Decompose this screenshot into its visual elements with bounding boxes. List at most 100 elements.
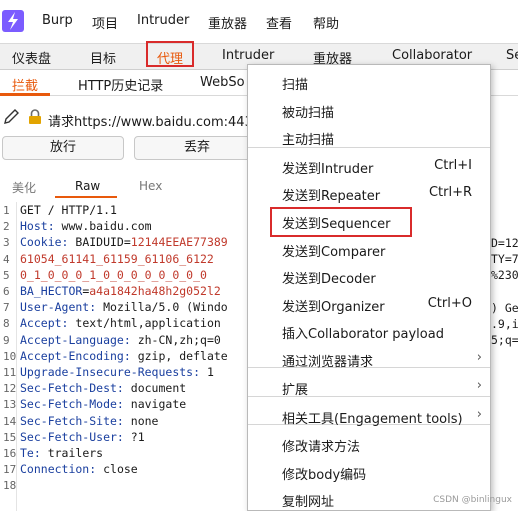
- code-line: GET / HTTP/1.1: [20, 203, 117, 217]
- code-line: Upgrade-Insecure-Requests: 1: [20, 365, 214, 379]
- header-name: Sec-Fetch-Dest:: [20, 381, 124, 396]
- context-menu-item[interactable]: 主动扫描: [248, 124, 490, 151]
- context-menu-item[interactable]: 插入Collaborator payload: [248, 318, 490, 345]
- line-number-gutter: 1 2 3 4 5 6 7 8 9 10 11 12 13 14 15 16 17 18: [0, 202, 17, 511]
- menu-item-label: 发送到Comparer: [282, 245, 386, 260]
- code-line: Sec-Fetch-Dest: document: [20, 381, 186, 395]
- header-value: 1: [200, 365, 214, 379]
- code-line: Sec-Fetch-Site: none: [20, 414, 158, 428]
- context-menu-item[interactable]: 发送到Organizer Ctrl+O: [248, 291, 490, 318]
- code-line: Sec-Fetch-User: ?1: [20, 430, 145, 444]
- menu-project[interactable]: 项目: [92, 13, 118, 32]
- tab-http-history[interactable]: HTTP历史记录: [78, 75, 163, 94]
- tab-pretty[interactable]: 美化: [12, 179, 36, 196]
- tab-websockets[interactable]: WebSo: [200, 75, 245, 90]
- header-value: BAIDUID=: [68, 235, 131, 250]
- context-menu-item[interactable]: 扫描: [248, 69, 490, 96]
- tab-raw[interactable]: Raw: [75, 179, 100, 193]
- context-menu-item[interactable]: 发送到Repeater Ctrl+R: [248, 180, 490, 207]
- menu-help[interactable]: 帮助: [313, 13, 339, 32]
- header-name: Accept:: [20, 316, 69, 331]
- header-value: document: [123, 381, 187, 396]
- code-line: Host: www.baidu.com: [20, 219, 152, 233]
- menu-item-label: 发送到Decoder: [282, 272, 376, 287]
- line-number: 4: [3, 252, 10, 266]
- cookie-value: 12144EEAE77389: [130, 235, 228, 250]
- line-number: 11: [3, 366, 17, 379]
- code-line: BA_HECTOR=a4a1842ha48h2g052l2: [20, 284, 221, 298]
- cookie-value: 0_1_0_0_0_1_0_0_0_0_0_0_0_0: [20, 267, 207, 282]
- line-number: 1: [3, 204, 10, 217]
- header-name: Connection:: [20, 462, 97, 477]
- line-number: 7: [3, 301, 10, 315]
- code-line: User-Agent: Mozilla/5.0 (Windo: [20, 300, 228, 314]
- tab-target[interactable]: 目标: [90, 48, 116, 67]
- tab-hex[interactable]: Hex: [139, 179, 162, 193]
- cookie-value: 61054_61141_61159_61106_6122: [20, 251, 214, 266]
- context-menu-item[interactable]: 相关工具(Engagement tools) ›: [248, 403, 490, 430]
- header-value: GET / HTTP/1.1: [20, 203, 117, 217]
- line-number: 12: [3, 382, 17, 396]
- context-menu-item[interactable]: 发送到Decoder: [248, 263, 490, 290]
- code-overflow-fragment: 5;q=0: [491, 333, 518, 347]
- code-overflow-fragment: TY=7: [491, 252, 518, 266]
- tab-intercept[interactable]: 拦截: [12, 75, 38, 94]
- line-number: 5: [3, 268, 10, 282]
- menu-item-label: 修改body编码: [282, 468, 367, 483]
- context-menu-item[interactable]: 发送到Intruder Ctrl+I: [248, 153, 490, 180]
- pencil-icon[interactable]: [2, 108, 20, 130]
- active-tab-underline: [0, 93, 50, 96]
- code-line: Te: trailers: [20, 446, 103, 460]
- request-target: 请求https://www.baidu.com:443: [48, 115, 253, 130]
- line-number: 3: [3, 236, 10, 250]
- header-name: Sec-Fetch-Mode:: [20, 397, 124, 412]
- code-overflow-fragment: D=12: [491, 236, 518, 250]
- drop-button[interactable]: 丢弃: [134, 136, 260, 160]
- menu-item-label: 发送到Intruder: [282, 162, 374, 177]
- menu-item-shortcut: Ctrl+R: [428, 185, 472, 200]
- tab-dashboard[interactable]: 仪表盘: [12, 48, 51, 67]
- menu-item-label: 通过浏览器请求: [282, 355, 374, 370]
- menu-intruder[interactable]: Intruder: [137, 13, 189, 28]
- menu-burp[interactable]: Burp: [42, 13, 73, 28]
- header-name: User-Agent:: [20, 300, 97, 315]
- header-name: Sec-Fetch-User:: [20, 429, 124, 444]
- menu-item-shortcut: Ctrl+I: [434, 158, 472, 173]
- code-line: Accept-Encoding: gzip, deflate: [20, 349, 228, 363]
- line-number: 15: [3, 430, 17, 444]
- menu-view[interactable]: 查看: [266, 13, 292, 32]
- context-menu-item[interactable]: 被动扫描: [248, 97, 490, 124]
- header-name: Upgrade-Insecure-Requests:: [20, 365, 201, 379]
- tab-sequencer[interactable]: Se: [506, 48, 518, 63]
- tab-intruder[interactable]: Intruder: [222, 48, 274, 63]
- menu-item-label: 插入Collaborator payload: [282, 327, 444, 342]
- menu-repeater[interactable]: 重放器: [208, 13, 247, 32]
- code-line: Sec-Fetch-Mode: navigate: [20, 397, 186, 411]
- code-line: 61054_61141_61159_61106_6122: [20, 252, 214, 266]
- chevron-right-icon: ›: [476, 407, 482, 422]
- context-menu-item[interactable]: 扩展 ›: [248, 374, 490, 401]
- header-value: zh-CN,zh;q=0: [130, 332, 221, 347]
- context-menu-item[interactable]: 发送到Comparer: [248, 236, 490, 263]
- context-menu-item[interactable]: 通过浏览器请求 ›: [248, 346, 490, 373]
- header-name: Sec-Fetch-Site:: [20, 413, 124, 428]
- line-number: 14: [3, 414, 17, 428]
- menu-item-label: 修改请求方法: [282, 440, 361, 455]
- header-name: Te:: [20, 446, 41, 460]
- context-menu-item[interactable]: 修改请求方法: [248, 431, 490, 458]
- tab-collaborator[interactable]: Collaborator: [392, 48, 472, 63]
- code-line: Cookie: BAIDUID=12144EEAE77389: [20, 235, 228, 249]
- forward-button[interactable]: 放行: [2, 136, 124, 160]
- menu-item-label: 主动扫描: [282, 133, 335, 148]
- context-menu-item[interactable]: 修改body编码: [248, 459, 490, 486]
- lock-icon: [28, 109, 42, 129]
- header-value: www.baidu.com: [54, 219, 152, 234]
- menu-item-label: 相关工具(Engagement tools): [282, 412, 463, 427]
- line-number: 9: [3, 333, 10, 347]
- menu-item-label: 发送到Repeater: [282, 189, 381, 204]
- raw-tab-underline: [55, 196, 117, 198]
- line-number: 6: [3, 285, 10, 298]
- menu-item-label: 复制网址: [282, 495, 335, 510]
- line-number: 10: [3, 349, 17, 363]
- code-line: Accept-Language: zh-CN,zh;q=0: [20, 333, 221, 347]
